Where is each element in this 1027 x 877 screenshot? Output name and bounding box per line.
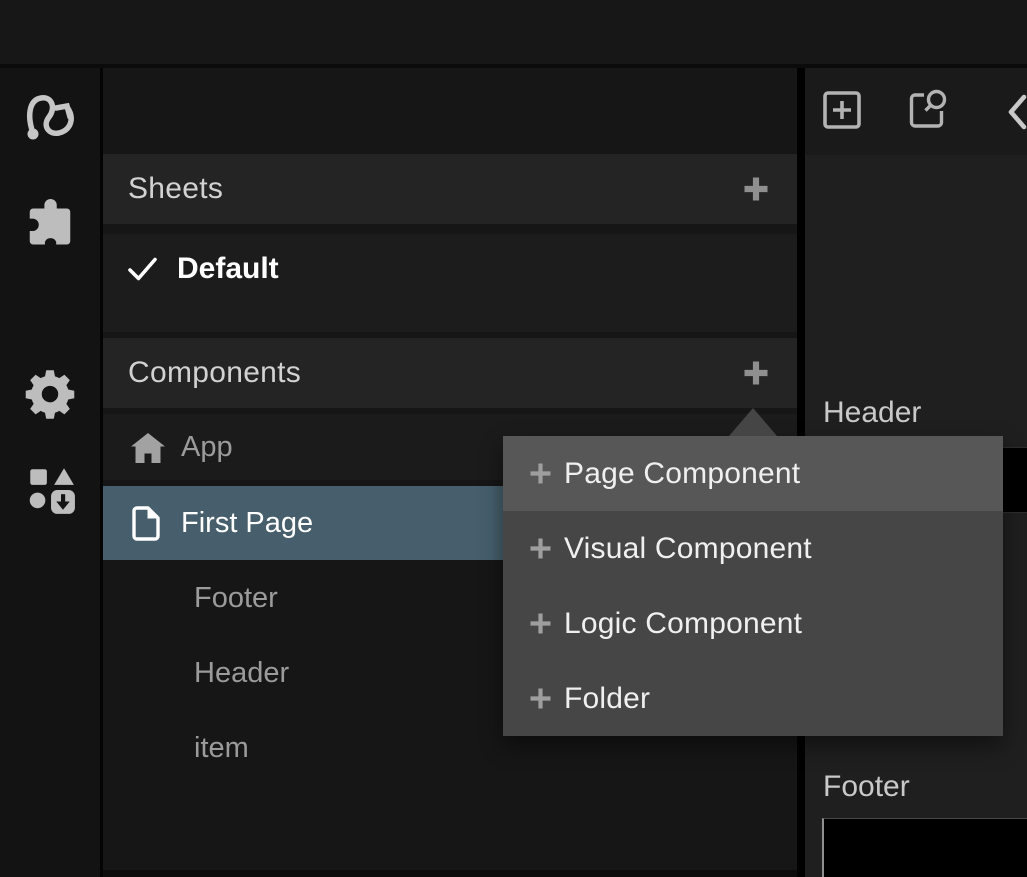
components-title: Components: [128, 356, 301, 390]
tree-item-label: App: [181, 431, 233, 464]
menu-item-logic-component[interactable]: Logic Component: [503, 586, 1003, 661]
left-rail: [0, 68, 100, 877]
footer-component-preview[interactable]: [822, 818, 1027, 877]
menu-item-visual-component[interactable]: Visual Component: [503, 511, 1003, 586]
menu-arrow: [729, 408, 777, 436]
components-section-header: Components: [103, 338, 797, 408]
bottom-edge: [103, 870, 797, 877]
sheets-title: Sheets: [128, 172, 223, 206]
plugin-icon[interactable]: [0, 196, 100, 248]
tree-item-label: First Page: [181, 507, 313, 540]
menu-item-label: Logic Component: [564, 607, 802, 641]
menu-item-folder[interactable]: Folder: [503, 661, 1003, 736]
collapse-panel-icon[interactable]: [1007, 94, 1027, 135]
preview-section-label: Footer: [823, 770, 910, 804]
plus-icon: [529, 462, 552, 485]
flow-icon[interactable]: [0, 86, 100, 142]
preview-toolbar: [805, 68, 1027, 155]
sheet-item-default[interactable]: Default: [103, 236, 797, 302]
top-bar: [0, 0, 1027, 68]
plus-icon: [529, 687, 552, 710]
plus-icon: [529, 537, 552, 560]
add-component-button[interactable]: [743, 360, 769, 386]
widgets-import-icon[interactable]: [0, 462, 100, 516]
sheet-label: Default: [177, 252, 279, 286]
tree-item-label: Footer: [194, 582, 278, 615]
add-screen-icon[interactable]: [823, 90, 861, 135]
tree-item-label: item: [194, 732, 249, 765]
plus-icon: [529, 612, 552, 635]
menu-item-label: Page Component: [564, 457, 800, 491]
add-sheet-button[interactable]: [743, 176, 769, 202]
home-icon: [131, 432, 167, 463]
page-icon: [131, 505, 167, 542]
preview-section-label: Header: [823, 396, 921, 430]
add-component-menu: Page Component Visual Component Logic Co…: [503, 436, 1003, 736]
settings-icon[interactable]: [0, 367, 100, 419]
menu-item-label: Visual Component: [564, 532, 812, 566]
tree-item-label: Header: [194, 657, 289, 690]
preview-search-icon[interactable]: [905, 88, 951, 139]
sheets-section-header: Sheets: [103, 154, 797, 224]
sheets-list: Default: [103, 234, 797, 332]
check-icon: [127, 256, 159, 283]
menu-item-page-component[interactable]: Page Component: [503, 436, 1003, 511]
menu-item-label: Folder: [564, 682, 650, 716]
